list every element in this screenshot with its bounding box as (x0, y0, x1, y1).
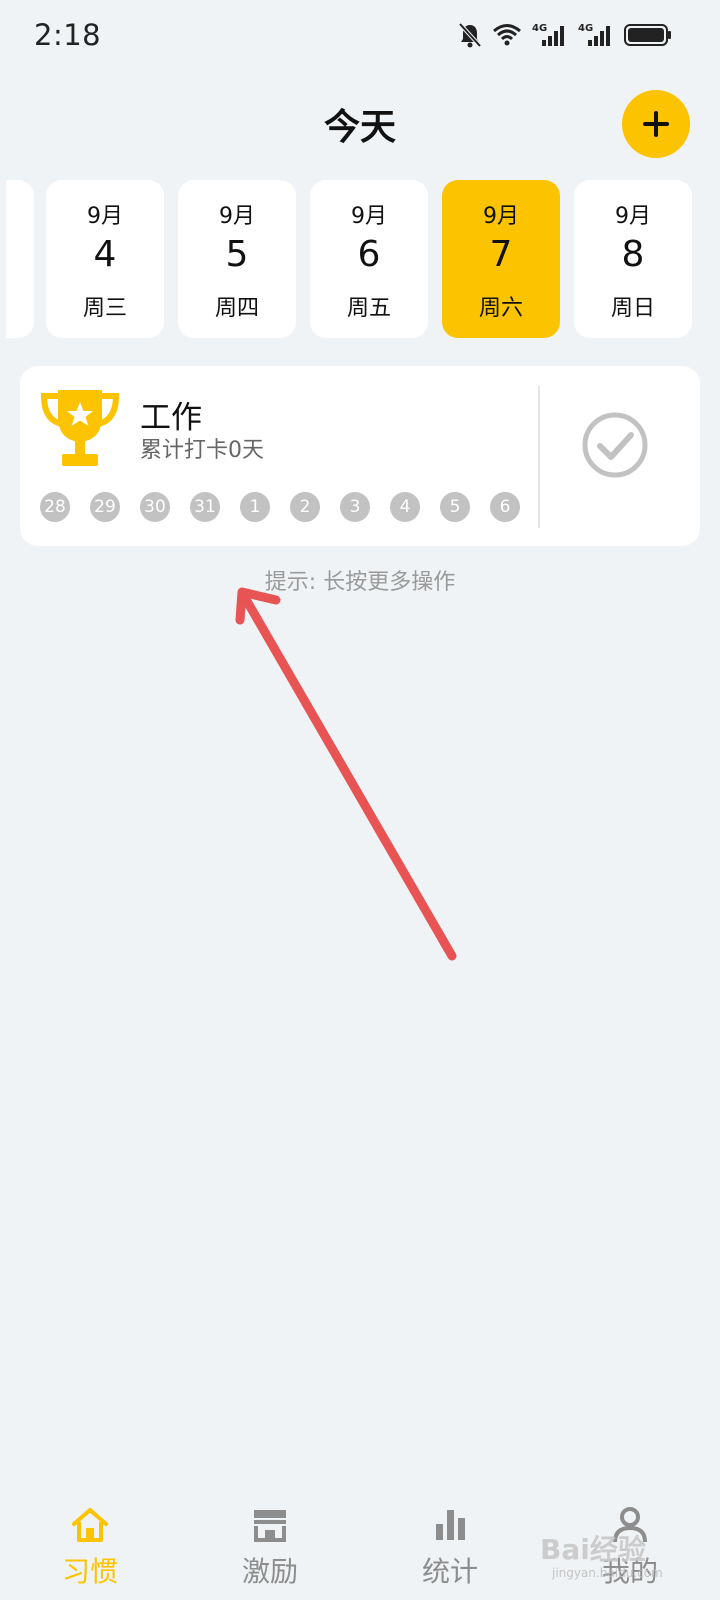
signal-4g-icon: 4G (532, 23, 564, 46)
date-month: 9月 (219, 204, 255, 229)
date-month: 9月 (483, 204, 519, 229)
history-day-dot[interactable]: 3 (340, 492, 370, 522)
date-card[interactable]: 9月 5 周四 (178, 180, 296, 338)
watermark-url: jingyan.baidu.com (552, 1566, 663, 1580)
date-weekday: 周三 (82, 296, 127, 321)
nav-item-habits[interactable]: 习惯 (30, 1506, 150, 1590)
date-day: 4 (93, 234, 117, 275)
page-title: 今天 (323, 107, 396, 148)
history-day-dot[interactable]: 28 (40, 492, 70, 522)
habit-card[interactable]: 工作 累计打卡0天 28 29 30 31 1 2 3 4 5 6 (20, 366, 700, 546)
date-weekday: 周日 (610, 296, 655, 321)
date-card-selected[interactable]: 9月 7 周六 (442, 180, 560, 338)
network-label-2: 4G (578, 23, 593, 34)
signal-4g-icon-2: 4G (578, 23, 610, 46)
card-divider (538, 386, 540, 528)
date-card[interactable]: 9月 6 周五 (310, 180, 428, 338)
network-label-1: 4G (532, 23, 547, 34)
trophy-icon (40, 390, 120, 466)
date-day: 6 (357, 234, 381, 275)
history-day-dot[interactable]: 5 (440, 492, 470, 522)
date-month: 9月 (615, 204, 651, 229)
history-day-dot[interactable]: 30 (140, 492, 170, 522)
date-card-previous[interactable] (6, 180, 34, 338)
history-day-dot[interactable]: 1 (240, 492, 270, 522)
date-strip: 9月 4 周三 9月 5 周四 9月 6 周五 9月 7 周六 9月 8 周日 (0, 180, 720, 340)
watermark-text: Bai经验 (540, 1533, 646, 1566)
nav-item-stats[interactable]: 统计 (390, 1506, 510, 1590)
date-weekday: 周四 (214, 296, 259, 321)
status-bar: 2:18 4G 4G (0, 0, 720, 76)
date-day: 7 (489, 234, 513, 275)
history-day-dot[interactable]: 4 (390, 492, 420, 522)
history-day-dot[interactable]: 31 (190, 492, 220, 522)
history-day-dot[interactable]: 6 (490, 492, 520, 522)
date-card[interactable]: 9月 4 周三 (46, 180, 164, 338)
add-habit-button[interactable] (622, 90, 690, 158)
bar-chart-icon (436, 1510, 465, 1540)
date-weekday: 周五 (346, 296, 391, 321)
date-card[interactable]: 9月 8 周日 (574, 180, 692, 338)
date-day: 5 (225, 234, 249, 275)
date-month: 9月 (87, 204, 123, 229)
check-circle-icon[interactable] (580, 410, 650, 480)
habit-streak-text: 累计打卡0天 (140, 438, 264, 463)
habit-history-row: 28 29 30 31 1 2 3 4 5 6 (40, 492, 520, 522)
date-month: 9月 (351, 204, 387, 229)
hint-text: 提示: 长按更多操作 (264, 570, 456, 595)
history-day-dot[interactable]: 2 (290, 492, 320, 522)
home-icon (72, 1508, 108, 1542)
date-weekday: 周六 (478, 296, 523, 321)
bell-muted-icon (458, 22, 482, 48)
history-day-dot[interactable]: 29 (90, 492, 120, 522)
nav-label: 习惯 (61, 1555, 118, 1588)
habit-title: 工作 (140, 400, 202, 436)
status-time: 2:18 (34, 18, 102, 52)
nav-item-rewards[interactable]: 激励 (210, 1506, 330, 1590)
wifi-icon (493, 24, 521, 46)
date-day: 8 (621, 234, 645, 275)
shop-icon (254, 1510, 286, 1542)
status-icons: 4G 4G (458, 22, 672, 48)
battery-icon (624, 24, 671, 46)
nav-label: 激励 (241, 1555, 298, 1588)
plus-icon (643, 111, 669, 137)
nav-label: 统计 (421, 1555, 478, 1588)
